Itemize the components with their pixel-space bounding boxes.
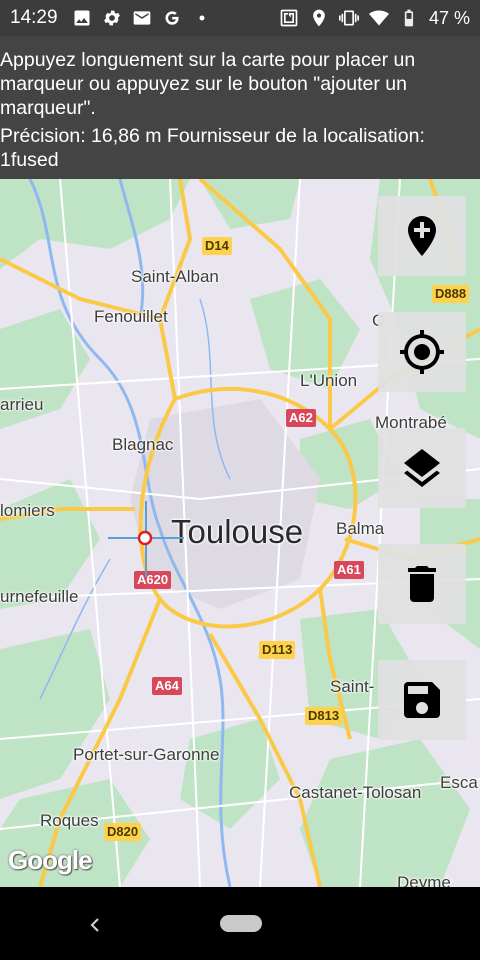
layers-icon xyxy=(404,449,440,487)
my-location-icon xyxy=(400,330,444,374)
place-tournefeuille: urnefeuille xyxy=(0,587,79,606)
place-balma: Balma xyxy=(336,519,385,538)
save-button[interactable] xyxy=(378,660,466,740)
place-lunion: L'Union xyxy=(300,371,358,390)
place-fenouillet: Fenouillet xyxy=(94,307,168,326)
my-location-button[interactable] xyxy=(378,312,466,392)
place-portet: Portet-sur-Garonne xyxy=(73,745,220,764)
save-icon xyxy=(404,682,440,718)
system-icons: 47 % xyxy=(279,8,470,29)
gear-icon xyxy=(102,8,122,28)
place-colomiers: lomiers xyxy=(0,501,55,520)
place-escalquens: Esca xyxy=(440,773,478,792)
info-panel: Appuyez longuement sur la carte pour pla… xyxy=(0,36,480,179)
notification-icons xyxy=(72,8,212,28)
road-d813: D813 xyxy=(305,707,343,725)
status-bar: 14:29 47 % xyxy=(0,0,480,36)
home-pill[interactable] xyxy=(220,915,262,932)
battery-percent: 47 % xyxy=(428,7,470,28)
instruction-text: Appuyez longuement sur la carte pour pla… xyxy=(0,49,416,119)
delete-icon xyxy=(408,566,436,602)
place-toulouse: Toulouse xyxy=(171,513,304,550)
layers-button[interactable] xyxy=(378,428,466,508)
place-roques: Roques xyxy=(40,811,99,830)
place-saint-alban: Saint-Alban xyxy=(131,267,219,286)
google-attribution: Google xyxy=(8,845,93,875)
road-a61: A61 xyxy=(334,561,364,579)
map-view[interactable]: Saint-Alban Fenouillet L'Union C arrieu … xyxy=(0,179,480,887)
dot-icon xyxy=(192,8,212,28)
navigation-bar xyxy=(0,887,480,960)
status-time: 14:29 xyxy=(10,7,58,28)
location-crosshair-icon xyxy=(108,501,184,577)
road-d888: D888 xyxy=(432,285,470,303)
back-icon[interactable] xyxy=(84,911,104,939)
battery-icon xyxy=(399,8,419,28)
delete-button[interactable] xyxy=(378,544,466,624)
wifi-icon xyxy=(368,8,389,28)
gmail-icon xyxy=(132,8,152,28)
precision-text: Précision: 16,86 m Fournisseur de la loc… xyxy=(0,125,425,171)
road-a64: A64 xyxy=(152,677,182,695)
place-aucamville: arrieu xyxy=(0,395,44,414)
image-icon xyxy=(72,8,92,28)
road-d113: D113 xyxy=(259,641,296,659)
nfc-icon xyxy=(279,8,299,28)
place-saint-orens: Saint- xyxy=(330,677,375,696)
place-blagnac: Blagnac xyxy=(112,435,174,454)
add-marker-button[interactable] xyxy=(378,196,466,276)
place-castanet: Castanet-Tolosan xyxy=(289,783,422,802)
google-icon xyxy=(162,8,182,28)
add-location-icon xyxy=(408,216,436,256)
road-d820: D820 xyxy=(104,823,142,841)
place-deyme: Deyme xyxy=(397,873,451,887)
vibrate-icon xyxy=(338,8,359,28)
location-icon xyxy=(309,8,329,28)
road-a62: A62 xyxy=(286,409,316,427)
road-d14: D14 xyxy=(202,237,232,255)
